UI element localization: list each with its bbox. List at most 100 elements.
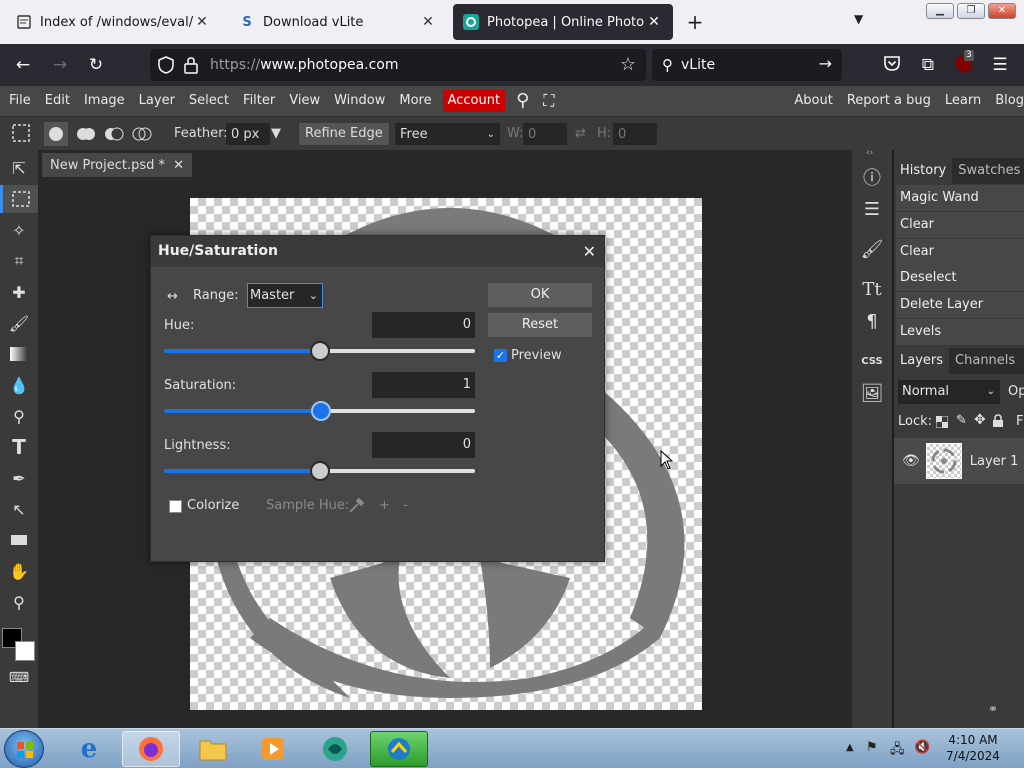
crop-tool-icon[interactable]: ⌗: [0, 247, 38, 275]
ok-button[interactable]: OK: [488, 283, 592, 307]
hamburger-menu-icon[interactable]: ☰: [989, 54, 1011, 76]
address-bar[interactable]: https://www.photopea.com ☆: [150, 49, 646, 81]
css-icon[interactable]: CSS: [852, 346, 892, 376]
blog-link[interactable]: Blog: [988, 86, 1024, 116]
tab-photopea[interactable]: Photopea | Online Photo Editor ✕: [453, 4, 673, 40]
menu-edit[interactable]: Edit: [38, 86, 77, 116]
tab-list-chevron-icon[interactable]: ▼: [854, 12, 863, 26]
ublock-icon[interactable]: 3: [953, 50, 975, 76]
healing-tool-icon[interactable]: ✚: [0, 278, 38, 306]
layer-name[interactable]: Layer 1: [970, 454, 1019, 469]
style-select[interactable]: Free ⌄: [395, 123, 500, 145]
report-bug-link[interactable]: Report a bug: [840, 86, 938, 116]
gradient-tool-icon[interactable]: [0, 340, 38, 368]
paragraph-icon[interactable]: ¶: [852, 306, 892, 336]
tab-history[interactable]: History: [894, 158, 953, 184]
tab-index-windows-eval[interactable]: Index of /windows/eval/ ✕: [6, 4, 221, 40]
document-tab[interactable]: New Project.psd * ✕: [42, 153, 192, 177]
adjustments-icon[interactable]: ☰: [852, 194, 892, 224]
history-item[interactable]: Levels: [896, 319, 1024, 345]
feather-input[interactable]: 0 px: [226, 123, 270, 145]
menu-select[interactable]: Select: [182, 86, 236, 116]
tray-expand-icon[interactable]: ▲: [846, 742, 854, 753]
lightness-input[interactable]: 0: [372, 432, 475, 458]
path-select-tool-icon[interactable]: ↖: [0, 495, 38, 523]
menu-layer[interactable]: Layer: [132, 86, 182, 116]
back-icon[interactable]: ←: [12, 54, 34, 76]
clock[interactable]: 4:10 AM 7/4/2024: [938, 732, 1008, 764]
character-icon[interactable]: Tt: [852, 274, 892, 304]
pocket-icon[interactable]: [881, 54, 903, 76]
close-icon[interactable]: ✕: [645, 14, 663, 30]
reset-button[interactable]: Reset: [488, 313, 592, 337]
eye-icon[interactable]: 👁: [902, 453, 920, 469]
colorize-checkbox[interactable]: [169, 500, 182, 513]
selection-new-icon[interactable]: [44, 122, 68, 146]
bookmark-star-icon[interactable]: ☆: [620, 54, 636, 75]
learn-link[interactable]: Learn: [938, 86, 988, 116]
window-close-button[interactable]: ✕: [988, 3, 1016, 19]
history-item[interactable]: Deselect: [896, 265, 1024, 291]
fullscreen-icon[interactable]: ⛶: [536, 86, 561, 116]
refine-edge-button[interactable]: Refine Edge: [299, 123, 389, 145]
menu-view[interactable]: View: [282, 86, 327, 116]
lock-paint-icon[interactable]: ✎: [956, 413, 967, 428]
media-player-icon[interactable]: [244, 731, 302, 767]
search-box[interactable]: ⚲ vLite →: [652, 49, 842, 81]
tab-layers[interactable]: Layers: [894, 348, 950, 374]
info-icon[interactable]: ⓘ: [852, 162, 892, 192]
collapse-arrows-icon[interactable]: ‹›: [866, 148, 873, 158]
search-icon[interactable]: ⚲: [509, 86, 536, 116]
tab-swatches[interactable]: Swatches: [952, 158, 1024, 184]
menu-filter[interactable]: Filter: [236, 86, 282, 116]
account-button[interactable]: Account: [442, 90, 506, 112]
tab-channels[interactable]: Channels: [949, 348, 1021, 374]
saturation-input[interactable]: 1: [372, 372, 475, 398]
saturation-slider[interactable]: [164, 401, 475, 421]
green-app-icon[interactable]: [306, 731, 364, 767]
hand-tool-icon[interactable]: ✋: [0, 557, 38, 585]
installer-app-icon[interactable]: [370, 731, 428, 767]
eyedropper-icon[interactable]: [347, 497, 365, 519]
tab-download-vlite[interactable]: S Download vLite ✕: [229, 4, 447, 40]
width-input[interactable]: 0: [523, 123, 567, 145]
blend-mode-select[interactable]: Normal ⌄: [898, 380, 1000, 404]
swap-icon[interactable]: ⇄: [575, 123, 586, 145]
network-icon[interactable]: 🖧: [890, 740, 905, 762]
hue-input[interactable]: 0: [372, 312, 475, 338]
keyboard-icon[interactable]: ⌨: [0, 664, 38, 692]
feather-dropdown-icon[interactable]: ▼: [271, 123, 281, 145]
brush-tool-icon[interactable]: 🖌: [0, 309, 38, 337]
menu-window[interactable]: Window: [327, 86, 392, 116]
lock-transparency-icon[interactable]: [935, 415, 949, 432]
selection-intersect-icon[interactable]: [130, 122, 154, 144]
new-tab-button[interactable]: +: [683, 10, 707, 34]
sample-subtract-icon[interactable]: -: [403, 498, 408, 513]
history-item[interactable]: Clear: [896, 239, 1024, 265]
shield-icon[interactable]: [158, 56, 174, 78]
magic-wand-tool-icon[interactable]: ✧: [0, 216, 38, 244]
selection-add-icon[interactable]: [74, 122, 98, 144]
go-arrow-icon[interactable]: →: [819, 54, 832, 73]
history-item[interactable]: Magic Wand: [896, 185, 1024, 211]
hue-slider[interactable]: [164, 341, 475, 361]
image-icon[interactable]: 🖼: [852, 378, 892, 408]
reload-icon[interactable]: ↻: [85, 54, 107, 76]
url-text[interactable]: https://www.photopea.com: [210, 57, 399, 73]
lock-all-icon[interactable]: [992, 414, 1004, 432]
close-icon[interactable]: ✕: [193, 14, 211, 30]
lock-move-icon[interactable]: ✥: [974, 412, 986, 428]
brush-settings-icon[interactable]: 🖌: [852, 234, 892, 264]
internet-explorer-icon[interactable]: e: [60, 731, 118, 767]
layer-row[interactable]: 👁 Layer 1: [894, 438, 1024, 484]
history-item[interactable]: Delete Layer: [896, 292, 1024, 318]
forward-icon[interactable]: →: [49, 54, 71, 76]
menu-file[interactable]: File: [2, 86, 38, 116]
background-color-swatch[interactable]: [15, 641, 35, 661]
firefox-icon[interactable]: [122, 731, 180, 767]
shape-tool-icon[interactable]: [0, 526, 38, 554]
lightness-slider[interactable]: [164, 461, 475, 481]
lock-icon[interactable]: [184, 56, 198, 78]
volume-muted-icon[interactable]: 🔇: [914, 740, 930, 755]
move-tool-icon[interactable]: ⇱: [0, 154, 38, 182]
